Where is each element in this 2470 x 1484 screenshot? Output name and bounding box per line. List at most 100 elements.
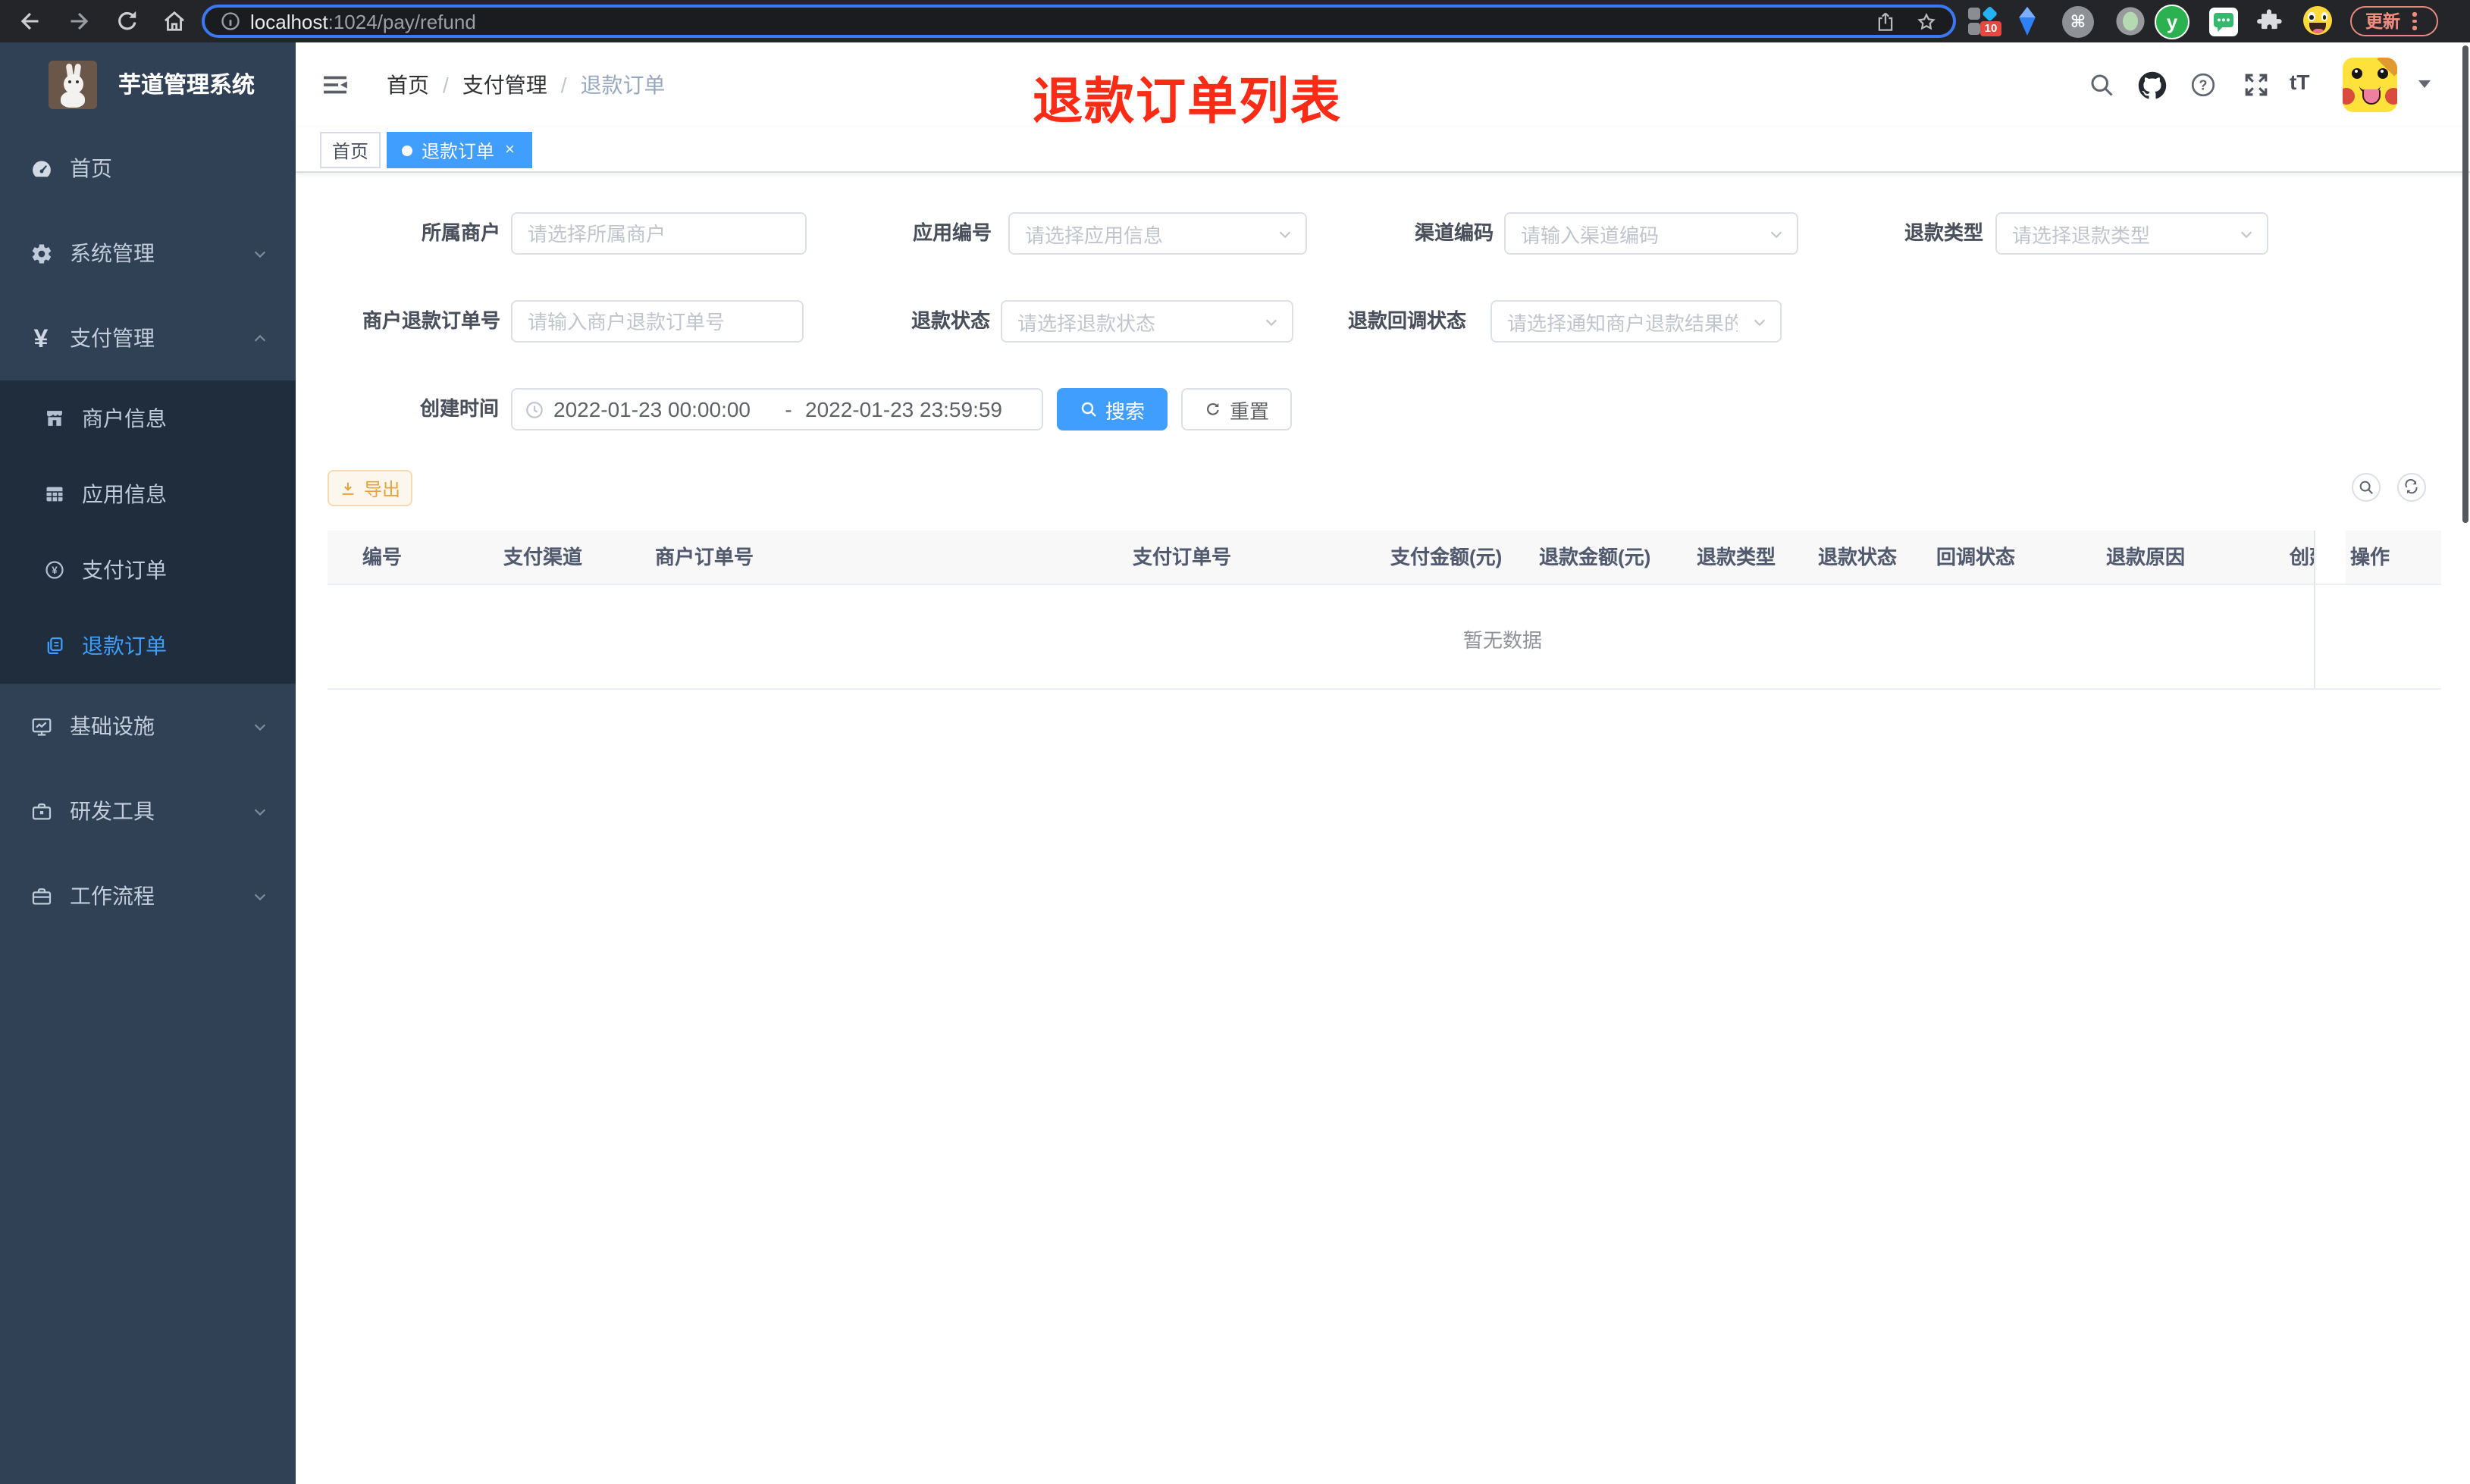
navbar: 首页 / 支付管理 / 退款订单 退款订单列表 ? tT — [296, 42, 2470, 129]
sidebar-item-app-info[interactable]: 应用信息 — [0, 456, 296, 532]
share-icon[interactable] — [1874, 10, 1897, 33]
refund-order-icon — [42, 635, 67, 656]
sidebar-item-label: 工作流程 — [70, 884, 155, 908]
url-host: localhost — [250, 10, 328, 33]
merchant-input[interactable] — [511, 212, 807, 255]
col-header-id: 编号 — [362, 546, 403, 568]
filter-label-refund-type: 退款类型 — [1904, 221, 1983, 244]
extensions-puzzle-icon[interactable] — [2256, 7, 2283, 34]
app-logo — [49, 60, 97, 108]
created-date-range[interactable]: 2022-01-23 00:00:00 - 2022-01-23 23:59:5… — [511, 388, 1043, 430]
search-icon — [2359, 481, 2373, 494]
tab-refund-order[interactable]: 退款订单 × — [387, 132, 532, 168]
toggle-search-button[interactable] — [2352, 473, 2381, 502]
search-icon — [1081, 402, 1096, 417]
sidebar-item-merchant-info[interactable]: 商户信息 — [0, 380, 296, 456]
chevron-down-icon — [252, 718, 268, 734]
info-icon[interactable] — [220, 11, 241, 32]
search-icon[interactable] — [2088, 71, 2115, 99]
refund-status-select[interactable]: 请选择退款状态 — [1001, 300, 1293, 343]
avatar[interactable] — [2343, 58, 2397, 112]
export-button[interactable]: 导出 — [328, 470, 412, 506]
filter-label-app: 应用编号 — [912, 221, 992, 244]
active-tab-dot — [402, 145, 412, 155]
sidebar-item-workflow[interactable]: 工作流程 — [0, 853, 296, 938]
date-start[interactable]: 2022-01-23 00:00:00 — [553, 397, 776, 421]
breadcrumb-current: 退款订单 — [580, 73, 666, 97]
app-select[interactable]: 请选择应用信息 — [1008, 212, 1307, 255]
browser-forward-button[interactable] — [65, 8, 92, 35]
browser-toolbar: localhost:1024/pay/refund 10 ⌘ y 更新 — [0, 0, 2470, 42]
date-end[interactable]: 2022-01-23 23:59:59 — [805, 397, 1028, 421]
breadcrumb-pay[interactable]: 支付管理 — [462, 70, 547, 100]
tab-home[interactable]: 首页 — [320, 132, 381, 168]
text-size-icon[interactable]: tT — [2290, 70, 2309, 94]
sidebar-item-refund-order[interactable]: 退款订单 — [0, 608, 296, 684]
browser-back-button[interactable] — [17, 8, 44, 35]
sidebar-item-devtools[interactable]: 研发工具 — [0, 769, 296, 853]
col-header-pay-amount: 支付金额(元) — [1390, 546, 1503, 568]
extension-gem-icon[interactable] — [2014, 5, 2041, 38]
merchant-input-field[interactable] — [512, 214, 805, 253]
filter-label-notify-status: 退款回调状态 — [1347, 309, 1466, 332]
tab-close-icon[interactable]: × — [505, 141, 515, 158]
col-header-callback-status: 回调状态 — [1936, 546, 2016, 568]
refresh-icon — [2405, 479, 2418, 494]
col-header-pay-order-no: 支付订单号 — [1133, 546, 1232, 568]
search-button[interactable]: 搜索 — [1057, 388, 1168, 430]
breadcrumb-home[interactable]: 首页 — [387, 70, 429, 100]
sidebar-item-system[interactable]: 系统管理 — [0, 211, 296, 296]
browser-reload-button[interactable] — [114, 8, 141, 35]
chevron-down-icon — [252, 803, 268, 819]
extension-grey-dot-icon[interactable] — [2115, 6, 2146, 36]
table-header-divider — [328, 584, 2441, 585]
extension-command-icon[interactable]: ⌘ — [2062, 5, 2094, 37]
sidebar-item-pay[interactable]: ¥ 支付管理 — [0, 296, 296, 380]
page-scrollbar[interactable] — [2462, 45, 2468, 523]
github-icon[interactable] — [2138, 71, 2167, 99]
extension-chat-icon[interactable] — [2209, 7, 2238, 36]
breadcrumb-separator: / — [560, 73, 567, 97]
filter-label-refund-status: 退款状态 — [911, 309, 990, 332]
chevron-down-icon — [2238, 225, 2255, 242]
filter-label-created: 创建时间 — [419, 397, 499, 420]
refresh-table-button[interactable] — [2397, 473, 2426, 502]
sidebar-item-label: 基础设施 — [70, 714, 155, 738]
sidebar-submenu-pay: 商户信息 应用信息 ¥ 支付订单 退款订单 — [0, 380, 296, 684]
refund-type-select[interactable]: 请选择退款类型 — [1995, 212, 2268, 255]
extension-userscript-icon[interactable]: 10 — [1967, 6, 2001, 38]
table-header-bg — [328, 531, 2314, 585]
browser-home-button[interactable] — [161, 8, 188, 35]
table-scroll-gutter-line — [2314, 531, 2315, 690]
sidebar-item-home[interactable]: 首页 — [0, 126, 296, 211]
svg-text:?: ? — [2199, 78, 2208, 93]
sidebar-item-label: 退款订单 — [82, 634, 167, 658]
workflow-icon — [27, 884, 55, 907]
sidebar-logo-row[interactable]: 芋道管理系统 — [0, 42, 296, 126]
download-icon — [342, 481, 354, 494]
merchant-refund-no-input[interactable] — [511, 300, 804, 343]
avatar-caret-icon[interactable] — [2418, 80, 2431, 88]
browser-menu-icon[interactable] — [2412, 12, 2416, 30]
hamburger-icon[interactable] — [320, 70, 350, 100]
extension-emoji-icon[interactable] — [2303, 6, 2332, 35]
col-header-create-time: 创建时间 — [2290, 546, 2315, 568]
sidebar-item-infra[interactable]: 基础设施 — [0, 684, 296, 769]
help-icon[interactable]: ? — [2189, 71, 2217, 99]
channel-select[interactable]: 请输入渠道编码 — [1504, 212, 1798, 255]
browser-update-button[interactable]: 更新 — [2350, 6, 2438, 36]
sidebar-item-label: 首页 — [70, 156, 112, 180]
grid-icon — [42, 484, 67, 505]
refresh-icon — [1206, 402, 1219, 415]
reset-button[interactable]: 重置 — [1181, 388, 1292, 430]
url-bar[interactable]: localhost:1024/pay/refund — [202, 5, 1956, 38]
merchant-refund-no-field[interactable] — [512, 302, 802, 341]
filter-label-channel: 渠道编码 — [1414, 221, 1494, 244]
sidebar-item-pay-order[interactable]: ¥ 支付订单 — [0, 532, 296, 608]
fullscreen-icon[interactable] — [2243, 71, 2270, 99]
extension-y-icon[interactable]: y — [2155, 4, 2189, 39]
yen-icon: ¥ — [33, 324, 49, 352]
bookmark-star-icon[interactable] — [1915, 10, 1938, 33]
dashboard-icon — [27, 157, 55, 180]
notify-status-select[interactable]: 请选择通知商户退款结果的 — [1490, 300, 1782, 343]
